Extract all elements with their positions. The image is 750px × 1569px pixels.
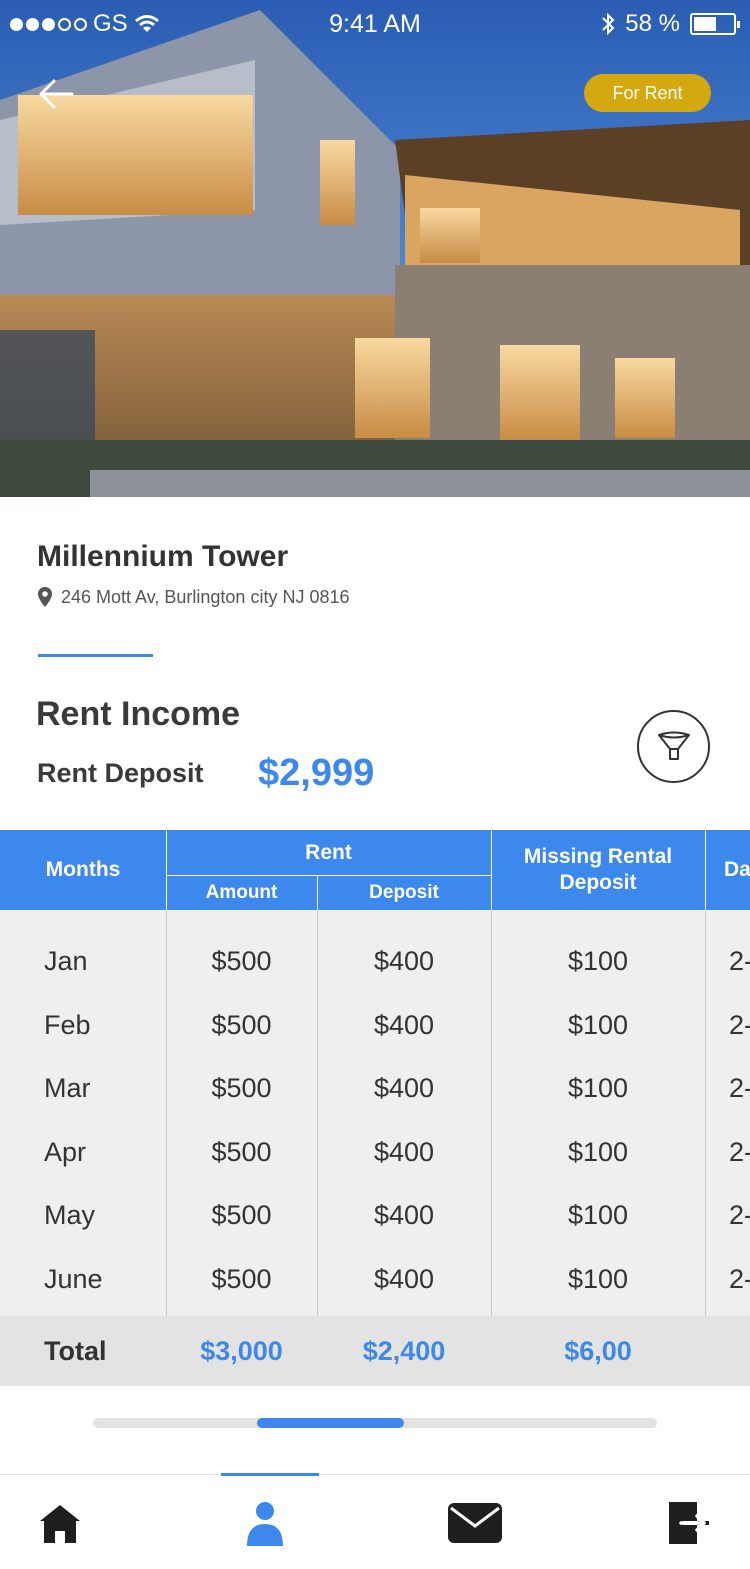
- location-pin-icon: [38, 587, 52, 607]
- cell-amount: $500: [211, 1010, 272, 1040]
- cell-date: 2-: [729, 1200, 750, 1230]
- cell-deposit: $400: [373, 946, 435, 976]
- cell-missing: $100: [567, 1010, 629, 1040]
- cell-missing: $100: [567, 1137, 629, 1167]
- cell-month: June: [44, 1264, 103, 1294]
- header-deposit[interactable]: Deposit: [317, 876, 491, 910]
- header-divider: [705, 830, 706, 910]
- table-header: Months Rent Amount Deposit Missing Renta…: [0, 830, 750, 910]
- horizontal-scrollbar[interactable]: [93, 1418, 657, 1428]
- table-row[interactable]: Jan $500 $400 $100 2-: [0, 930, 750, 993]
- profile-icon: [247, 1501, 283, 1546]
- status-bar: GS 9:41 AM 58 %: [0, 0, 750, 48]
- header-divider: [166, 830, 167, 910]
- header-rent[interactable]: Rent: [166, 830, 491, 876]
- header-amount[interactable]: Amount: [166, 876, 317, 910]
- bluetooth-icon: [602, 12, 615, 36]
- cell-deposit: $400: [373, 1264, 435, 1294]
- section-divider: [38, 654, 153, 657]
- header-missing-deposit[interactable]: Missing Rental Deposit: [491, 830, 705, 910]
- cell-missing: $100: [567, 1200, 629, 1230]
- cell-month: Apr: [44, 1137, 87, 1167]
- cell-amount: $500: [211, 1200, 272, 1230]
- tab-logout[interactable]: [630, 1475, 750, 1569]
- battery-icon: [690, 13, 740, 35]
- table-row[interactable]: May $500 $400 $100 2-: [0, 1184, 750, 1247]
- table-footer: Total $3,000 $2,400 $6,00: [0, 1316, 750, 1386]
- table-row[interactable]: Mar $500 $400 $100 2-: [0, 1057, 750, 1120]
- cell-missing: $100: [567, 1264, 629, 1294]
- cell-month: Jan: [44, 946, 88, 976]
- cell-amount: $500: [211, 1264, 272, 1294]
- header-divider: [491, 830, 492, 910]
- address-text: 246 Mott Av, Burlington city NJ 0816: [61, 586, 350, 607]
- total-label: Total: [44, 1336, 107, 1366]
- status-right: 58 %: [601, 10, 740, 38]
- back-button[interactable]: [36, 76, 76, 112]
- mail-icon: [448, 1502, 502, 1543]
- home-icon: [40, 1504, 80, 1543]
- table-body: Jan $500 $400 $100 2- Feb $500 $400 $100…: [0, 910, 750, 1316]
- table-row[interactable]: June $500 $400 $100 2-: [0, 1248, 750, 1311]
- cell-missing: $100: [567, 946, 629, 976]
- cell-amount: $500: [211, 1073, 272, 1103]
- tab-profile[interactable]: [205, 1475, 325, 1569]
- cell-month: Feb: [44, 1010, 91, 1040]
- table-row[interactable]: Feb $500 $400 $100 2-: [0, 994, 750, 1057]
- cell-amount: $500: [211, 946, 272, 976]
- total-amount: $3,000: [200, 1336, 283, 1366]
- scrollbar-thumb[interactable]: [257, 1418, 404, 1428]
- section-title: Rent Income: [36, 695, 241, 733]
- header-divider: [317, 876, 318, 910]
- tab-messages[interactable]: [415, 1475, 535, 1569]
- property-address: 246 Mott Av, Burlington city NJ 0816: [37, 586, 350, 608]
- cell-missing: $100: [567, 1073, 629, 1103]
- logout-icon: [669, 1501, 709, 1544]
- header-months[interactable]: Months: [0, 830, 166, 910]
- arrow-left-icon: [39, 79, 74, 109]
- property-name: Millennium Tower: [37, 540, 289, 573]
- total-missing: $6,00: [564, 1336, 632, 1366]
- cell-deposit: $400: [373, 1073, 435, 1103]
- cell-date: 2-: [729, 1073, 750, 1103]
- bottom-tab-bar: [0, 1473, 750, 1569]
- cell-deposit: $400: [373, 1200, 435, 1230]
- rent-table[interactable]: Months Rent Amount Deposit Missing Renta…: [0, 830, 750, 1386]
- cell-deposit: $400: [373, 1010, 435, 1040]
- rent-deposit-label: Rent Deposit: [37, 758, 204, 788]
- cell-date: 2-: [729, 1264, 750, 1294]
- cell-month: May: [44, 1200, 96, 1230]
- cell-date: 2-: [729, 1010, 750, 1040]
- total-deposit: $2,400: [362, 1336, 446, 1366]
- header-date[interactable]: Da: [705, 830, 750, 910]
- filter-icon: [657, 731, 690, 760]
- cell-month: Mar: [44, 1073, 91, 1103]
- hero-image: GS 9:41 AM 58 % For Rent: [0, 0, 750, 497]
- cell-date: 2-: [729, 1137, 750, 1167]
- header-divider: [166, 875, 491, 876]
- cell-deposit: $400: [373, 1137, 435, 1167]
- cell-amount: $500: [211, 1137, 272, 1167]
- table-row[interactable]: Apr $500 $400 $100 2-: [0, 1121, 750, 1184]
- cell-date: 2-: [729, 946, 750, 976]
- rent-deposit-value: $2,999: [258, 752, 375, 794]
- for-rent-badge: For Rent: [584, 74, 711, 112]
- filter-button[interactable]: [637, 710, 710, 783]
- battery-percent: 58 %: [625, 10, 680, 37]
- tab-home[interactable]: [0, 1475, 120, 1569]
